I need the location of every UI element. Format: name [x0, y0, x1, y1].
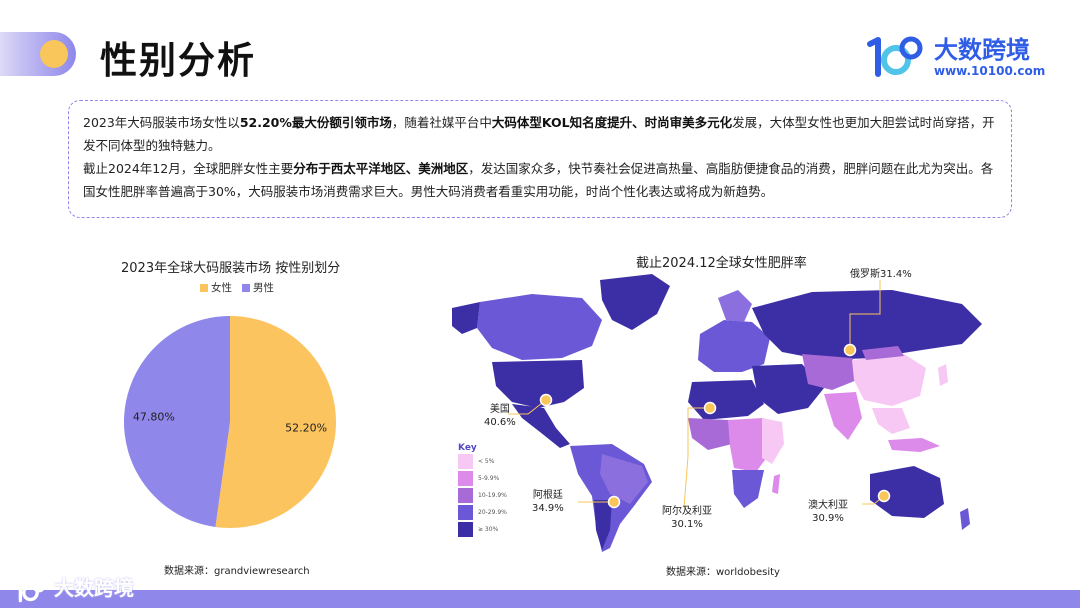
map-key-label: ≥ 30%: [478, 526, 499, 533]
callout-marker-australia: [877, 489, 891, 503]
map-key-label: 5-9.9%: [478, 475, 500, 482]
map-key-swatch: [458, 522, 473, 537]
map-region-southeast-asia: [872, 408, 910, 434]
callout-country-usa: 美国: [489, 404, 510, 415]
pie-legend: 女性 男性: [200, 280, 274, 295]
map-key-label: 20-29.9%: [478, 509, 507, 516]
map-region-madagascar: [772, 474, 780, 494]
callout-country-russia: 俄罗斯: [850, 269, 880, 280]
legend-swatch-male: [242, 283, 250, 292]
map-region-indonesia: [888, 438, 940, 452]
footer-brand: 大数跨境: [54, 576, 134, 600]
footer-bar: [0, 590, 1080, 608]
description-paragraph-1: 2023年大码服装市场女性以52.20%最大份额引领市场，随着社媒平台中大码体型…: [83, 111, 997, 157]
description-text: 截止2024年12月，全球肥胖女性主要: [83, 161, 294, 176]
map-region-greenland: [600, 274, 670, 330]
map-region-china: [852, 354, 926, 406]
brand-url[interactable]: www.10100.com: [934, 64, 1045, 78]
map-source: 数据来源：worldobesity: [666, 567, 780, 578]
callout-value-usa: 40.6%: [484, 417, 516, 428]
callout-marker-argentina: [607, 495, 621, 509]
legend-item-female[interactable]: 女性: [200, 280, 232, 295]
legend-label-female: 女性: [211, 282, 232, 294]
map-key-row: ≥ 30%: [458, 521, 514, 538]
map-key-row: < 5%: [458, 453, 514, 470]
map-key-label: 10-19.9%: [478, 492, 507, 499]
page-title: 性别分析: [100, 39, 256, 82]
callout-label-algeria: 阿尔及利亚 30.1%: [662, 505, 712, 531]
callout-value-russia: 31.4%: [880, 269, 912, 280]
map-key-row: 10-19.9%: [458, 487, 514, 504]
map-region-alaska: [452, 302, 480, 334]
callout-marker-algeria: [703, 401, 717, 415]
legend-swatch-female: [200, 283, 208, 292]
callout-value-argentina: 34.9%: [532, 503, 564, 514]
map-key-label: < 5%: [478, 458, 495, 465]
map-key-swatch: [458, 454, 473, 469]
callout-country-algeria: 阿尔及利亚: [662, 506, 712, 517]
map-region-new-zealand: [960, 508, 970, 530]
map-key-title: Key: [458, 443, 477, 453]
pie-label-female: 52.20%: [285, 421, 327, 434]
description-highlight: 分布于西太平洋地区、美洲地区: [293, 161, 469, 176]
map-region-usa: [492, 360, 584, 408]
map-region-canada: [477, 294, 602, 360]
map-key: Key < 5% 5-9.9% 10-19.9% 20-29.9% ≥ 30%: [458, 443, 514, 553]
pie-chart-title: 2023年全球大码服装市场 按性别划分: [121, 261, 341, 276]
callout-label-usa: 美国 40.6%: [484, 403, 516, 429]
footer-logo: 大数跨境: [8, 572, 134, 604]
title-dot-icon: [40, 40, 68, 68]
description-box: 2023年大码服装市场女性以52.20%最大份额引领市场，随着社媒平台中大码体型…: [68, 100, 1012, 218]
map-key-swatch: [458, 471, 473, 486]
callout-country-argentina: 阿根廷: [532, 490, 563, 501]
map-region-japan: [938, 364, 948, 386]
callout-label-russia: 俄罗斯31.4%: [850, 268, 912, 281]
map-region-central-asia: [802, 354, 862, 390]
map-region-east-africa: [762, 418, 784, 464]
callout-marker-usa: [539, 393, 553, 407]
pie-chart: 52.20% 47.80%: [123, 316, 336, 528]
map-key-swatch: [458, 488, 473, 503]
brand-name: 大数跨境: [934, 36, 1030, 64]
callout-label-argentina: 阿根廷 34.9%: [532, 489, 564, 515]
description-highlight: 52.20%最大份额引领市场: [239, 115, 392, 130]
pie-label-male: 47.80%: [133, 411, 175, 424]
map-key-swatch: [458, 505, 473, 520]
description-paragraph-2: 截止2024年12月，全球肥胖女性主要分布于西太平洋地区、美洲地区，发达国家众多…: [83, 157, 997, 203]
pie-source: 数据来源：grandviewresearch: [164, 566, 310, 577]
map-region-central-america: [512, 404, 570, 448]
callout-marker-russia: [843, 343, 857, 357]
description-text: 2023年大码服装市场女性以: [83, 115, 240, 130]
map-region-southern-africa: [732, 470, 764, 508]
callout-value-algeria: 30.1%: [671, 519, 703, 530]
map-region-europe: [698, 320, 770, 372]
map-region-south-asia: [824, 392, 862, 440]
footer-logo-icon: [14, 579, 46, 602]
description-highlight: 大码体型KOL知名度提升、时尚审美多元化: [491, 115, 733, 130]
legend-item-male[interactable]: 男性: [242, 280, 274, 295]
callout-label-australia: 澳大利亚 30.9%: [808, 499, 848, 525]
map-key-row: 5-9.9%: [458, 470, 514, 487]
map-key-row: 20-29.9%: [458, 504, 514, 521]
legend-label-male: 男性: [253, 282, 274, 294]
map-region-west-africa: [688, 418, 732, 450]
callout-value-australia: 30.9%: [812, 513, 844, 524]
description-text: ，随着社媒平台中: [391, 115, 492, 130]
callout-country-australia: 澳大利亚: [808, 500, 848, 511]
map-region-north-africa: [688, 380, 764, 420]
brand-logo-icon: [867, 36, 923, 77]
map-region-scandinavia: [718, 290, 752, 322]
brand-logo[interactable]: 大数跨境 www.10100.com: [864, 30, 1054, 84]
